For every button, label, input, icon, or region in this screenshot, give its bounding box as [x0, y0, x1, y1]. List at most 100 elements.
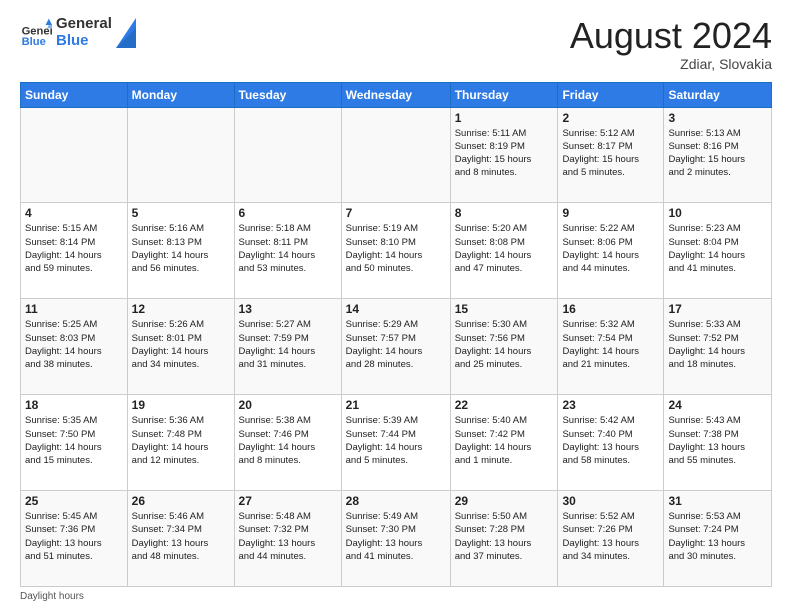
logo: General Blue General Blue	[20, 16, 136, 49]
calendar-cell: 7Sunrise: 5:19 AM Sunset: 8:10 PM Daylig…	[341, 203, 450, 299]
title-block: August 2024 Zdiar, Slovakia	[570, 16, 772, 72]
day-header-saturday: Saturday	[664, 82, 772, 107]
day-number: 28	[346, 494, 446, 508]
calendar-cell: 24 Sunrise: 5:43 AM Sunset: 7:38 PM Dayli…	[664, 395, 772, 491]
day-number: 4	[25, 206, 123, 220]
calendar-cell: 28 Sunrise: 5:49 AM Sunset: 7:30 PM Dayli…	[341, 491, 450, 587]
day-number: 13	[239, 302, 337, 316]
calendar-cell: 8Sunrise: 5:20 AM Sunset: 8:08 PM Daylig…	[450, 203, 558, 299]
day-number: 3	[668, 111, 767, 125]
day-number: 14	[346, 302, 446, 316]
calendar-cell: 30 Sunrise: 5:52 AM Sunset: 7:26 PM Dayli…	[558, 491, 664, 587]
day-number: 5	[132, 206, 230, 220]
calendar-cell: 15 Sunrise: 5:30 AM Sunset: 7:56 PM Dayli…	[450, 299, 558, 395]
day-info: Sunrise: 5:39 AM Sunset: 7:44 PM Dayligh…	[346, 414, 446, 467]
calendar-cell: 31 Sunrise: 5:53 AM Sunset: 7:24 PM Dayli…	[664, 491, 772, 587]
day-info: Sunrise: 5:23 AM Sunset: 8:04 PM Dayligh…	[668, 222, 767, 275]
calendar-week-5: 25Sunrise: 5:45 AM Sunset: 7:36 PM Dayli…	[21, 491, 772, 587]
day-info: Sunrise: 5:53 AM Sunset: 7:24 PM Dayligh…	[668, 510, 767, 563]
day-number: 18	[25, 398, 123, 412]
calendar-cell: 14 Sunrise: 5:29 AM Sunset: 7:57 PM Dayli…	[341, 299, 450, 395]
calendar-cell	[127, 107, 234, 203]
day-info: Sunrise: 5:50 AM Sunset: 7:28 PM Dayligh…	[455, 510, 554, 563]
calendar-cell: 21Sunrise: 5:39 AM Sunset: 7:44 PM Dayli…	[341, 395, 450, 491]
day-number: 16	[562, 302, 659, 316]
calendar-cell: 25Sunrise: 5:45 AM Sunset: 7:36 PM Dayli…	[21, 491, 128, 587]
day-number: 7	[346, 206, 446, 220]
month-title: August 2024	[570, 16, 772, 56]
day-info: Sunrise: 5:35 AM Sunset: 7:50 PM Dayligh…	[25, 414, 123, 467]
day-header-tuesday: Tuesday	[234, 82, 341, 107]
location: Zdiar, Slovakia	[570, 56, 772, 72]
day-info: Sunrise: 5:26 AM Sunset: 8:01 PM Dayligh…	[132, 318, 230, 371]
day-info: Sunrise: 5:38 AM Sunset: 7:46 PM Dayligh…	[239, 414, 337, 467]
day-number: 31	[668, 494, 767, 508]
day-number: 30	[562, 494, 659, 508]
day-info: Sunrise: 5:43 AM Sunset: 7:38 PM Dayligh…	[668, 414, 767, 467]
day-info: Sunrise: 5:13 AM Sunset: 8:16 PM Dayligh…	[668, 127, 767, 180]
day-info: Sunrise: 5:32 AM Sunset: 7:54 PM Dayligh…	[562, 318, 659, 371]
day-number: 22	[455, 398, 554, 412]
day-number: 8	[455, 206, 554, 220]
day-info: Sunrise: 5:49 AM Sunset: 7:30 PM Dayligh…	[346, 510, 446, 563]
calendar-body: 1 Sunrise: 5:11 AM Sunset: 8:19 PM Daylig…	[21, 107, 772, 586]
day-info: Sunrise: 5:18 AM Sunset: 8:11 PM Dayligh…	[239, 222, 337, 275]
day-info: Sunrise: 5:27 AM Sunset: 7:59 PM Dayligh…	[239, 318, 337, 371]
day-number: 1	[455, 111, 554, 125]
day-info: Sunrise: 5:22 AM Sunset: 8:06 PM Dayligh…	[562, 222, 659, 275]
day-number: 9	[562, 206, 659, 220]
calendar-cell: 18 Sunrise: 5:35 AM Sunset: 7:50 PM Dayli…	[21, 395, 128, 491]
footer-note: Daylight hours	[20, 591, 772, 602]
calendar-week-2: 4Sunrise: 5:15 AM Sunset: 8:14 PM Daylig…	[21, 203, 772, 299]
svg-text:Blue: Blue	[22, 36, 46, 48]
day-header-sunday: Sunday	[21, 82, 128, 107]
day-header-monday: Monday	[127, 82, 234, 107]
day-number: 24	[668, 398, 767, 412]
calendar-cell: 26Sunrise: 5:46 AM Sunset: 7:34 PM Dayli…	[127, 491, 234, 587]
logo-line1: General	[56, 16, 112, 33]
calendar-cell: 4Sunrise: 5:15 AM Sunset: 8:14 PM Daylig…	[21, 203, 128, 299]
day-info: Sunrise: 5:29 AM Sunset: 7:57 PM Dayligh…	[346, 318, 446, 371]
calendar-cell: 12 Sunrise: 5:26 AM Sunset: 8:01 PM Dayli…	[127, 299, 234, 395]
day-info: Sunrise: 5:40 AM Sunset: 7:42 PM Dayligh…	[455, 414, 554, 467]
calendar-cell	[234, 107, 341, 203]
day-number: 10	[668, 206, 767, 220]
calendar-cell	[341, 107, 450, 203]
day-number: 17	[668, 302, 767, 316]
calendar-cell: 3 Sunrise: 5:13 AM Sunset: 8:16 PM Daylig…	[664, 107, 772, 203]
day-number: 2	[562, 111, 659, 125]
day-number: 15	[455, 302, 554, 316]
logo-icon: General Blue	[20, 17, 52, 49]
day-info: Sunrise: 5:30 AM Sunset: 7:56 PM Dayligh…	[455, 318, 554, 371]
day-number: 20	[239, 398, 337, 412]
day-number: 11	[25, 302, 123, 316]
calendar-cell: 29 Sunrise: 5:50 AM Sunset: 7:28 PM Dayli…	[450, 491, 558, 587]
day-header-thursday: Thursday	[450, 82, 558, 107]
day-info: Sunrise: 5:12 AM Sunset: 8:17 PM Dayligh…	[562, 127, 659, 180]
calendar-week-4: 18 Sunrise: 5:35 AM Sunset: 7:50 PM Dayli…	[21, 395, 772, 491]
calendar-cell	[21, 107, 128, 203]
day-info: Sunrise: 5:48 AM Sunset: 7:32 PM Dayligh…	[239, 510, 337, 563]
calendar-cell: 22 Sunrise: 5:40 AM Sunset: 7:42 PM Dayli…	[450, 395, 558, 491]
day-info: Sunrise: 5:52 AM Sunset: 7:26 PM Dayligh…	[562, 510, 659, 563]
day-number: 19	[132, 398, 230, 412]
calendar-cell: 11Sunrise: 5:25 AM Sunset: 8:03 PM Dayli…	[21, 299, 128, 395]
logo-line2: Blue	[56, 33, 112, 50]
calendar-cell: 16 Sunrise: 5:32 AM Sunset: 7:54 PM Dayli…	[558, 299, 664, 395]
calendar-cell: 5Sunrise: 5:16 AM Sunset: 8:13 PM Daylig…	[127, 203, 234, 299]
day-info: Sunrise: 5:11 AM Sunset: 8:19 PM Dayligh…	[455, 127, 554, 180]
calendar-cell: 20 Sunrise: 5:38 AM Sunset: 7:46 PM Dayli…	[234, 395, 341, 491]
day-header-friday: Friday	[558, 82, 664, 107]
day-number: 23	[562, 398, 659, 412]
calendar-cell: 6 Sunrise: 5:18 AM Sunset: 8:11 PM Daylig…	[234, 203, 341, 299]
day-info: Sunrise: 5:46 AM Sunset: 7:34 PM Dayligh…	[132, 510, 230, 563]
day-number: 12	[132, 302, 230, 316]
day-number: 6	[239, 206, 337, 220]
day-info: Sunrise: 5:42 AM Sunset: 7:40 PM Dayligh…	[562, 414, 659, 467]
calendar-cell: 2 Sunrise: 5:12 AM Sunset: 8:17 PM Daylig…	[558, 107, 664, 203]
calendar-week-1: 1 Sunrise: 5:11 AM Sunset: 8:19 PM Daylig…	[21, 107, 772, 203]
day-info: Sunrise: 5:33 AM Sunset: 7:52 PM Dayligh…	[668, 318, 767, 371]
calendar-cell: 27Sunrise: 5:48 AM Sunset: 7:32 PM Dayli…	[234, 491, 341, 587]
calendar-header-row: SundayMondayTuesdayWednesdayThursdayFrid…	[21, 82, 772, 107]
day-number: 29	[455, 494, 554, 508]
